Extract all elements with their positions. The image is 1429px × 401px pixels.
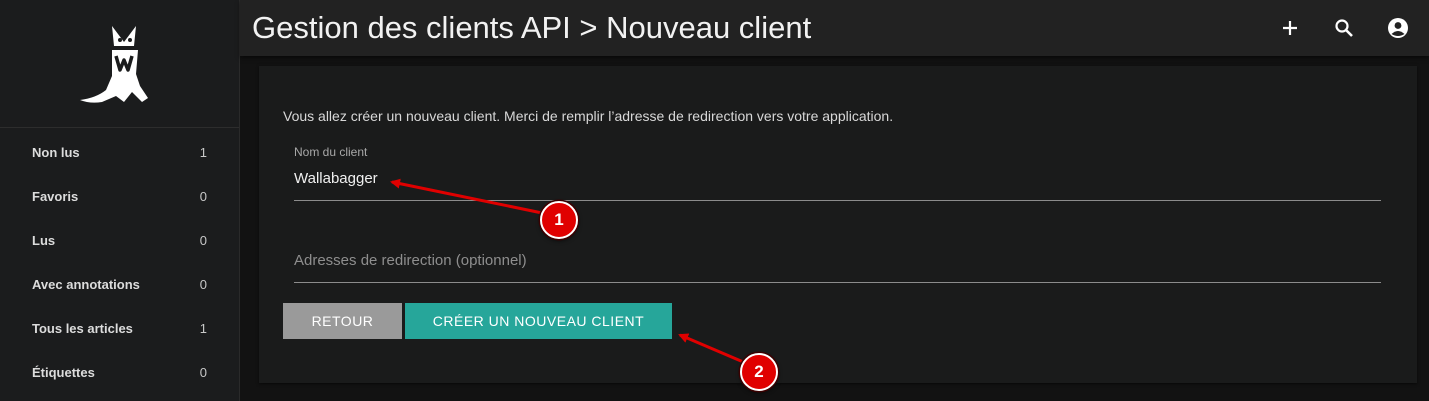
back-button[interactable]: RETOUR [283,303,402,339]
sidebar: Non lus 1 Favoris 0 Lus 0 Avec annotatio… [0,0,240,401]
sidebar-item-count: 1 [199,320,207,336]
sidebar-item-etiquettes[interactable]: Étiquettes 0 [0,350,239,394]
account-icon[interactable] [1381,11,1415,45]
create-client-button[interactable]: CRÉER UN NOUVEAU CLIENT [405,303,672,339]
logo-area [0,0,239,128]
top-header: Gestion des clients API > Nouveau client [240,0,1429,56]
client-name-input[interactable]: Wallabagger [294,170,378,187]
sidebar-item-lus[interactable]: Lus 0 [0,218,239,262]
sidebar-item-non-lus[interactable]: Non lus 1 [0,130,239,174]
wallabag-logo-icon[interactable] [72,16,168,112]
client-name-underline [294,200,1381,201]
sidebar-item-label: Non lus [32,144,80,160]
page-title: Gestion des clients API > Nouveau client [252,10,812,45]
redirect-uris-input[interactable]: Adresses de redirection (optionnel) [294,252,527,269]
sidebar-item-label: Lus [32,232,56,248]
sidebar-item-label: Tous les articles [32,320,133,336]
form-intro-text: Vous allez créer un nouveau client. Merc… [283,108,894,124]
client-name-label: Nom du client [294,145,368,159]
sidebar-item-label: Avec annotations [32,276,140,292]
sidebar-item-favoris[interactable]: Favoris 0 [0,174,239,218]
annotation-badge-1: 1 [540,201,578,239]
sidebar-nav: Non lus 1 Favoris 0 Lus 0 Avec annotatio… [0,130,239,394]
sidebar-item-tous-les-articles[interactable]: Tous les articles 1 [0,306,239,350]
sidebar-item-count: 0 [199,188,207,204]
search-icon[interactable] [1327,11,1361,45]
header-actions [1273,0,1415,56]
sidebar-item-count: 0 [199,276,207,292]
add-icon[interactable] [1273,11,1307,45]
sidebar-item-count: 0 [199,364,207,380]
new-client-form-card: Vous allez créer un nouveau client. Merc… [259,66,1417,383]
sidebar-item-count: 1 [199,144,207,160]
sidebar-item-label: Favoris [32,188,79,204]
redirect-uris-underline [294,282,1381,283]
sidebar-item-label: Étiquettes [32,364,95,380]
sidebar-item-count: 0 [199,232,207,248]
annotation-badge-2: 2 [740,353,778,391]
sidebar-item-avec-annotations[interactable]: Avec annotations 0 [0,262,239,306]
